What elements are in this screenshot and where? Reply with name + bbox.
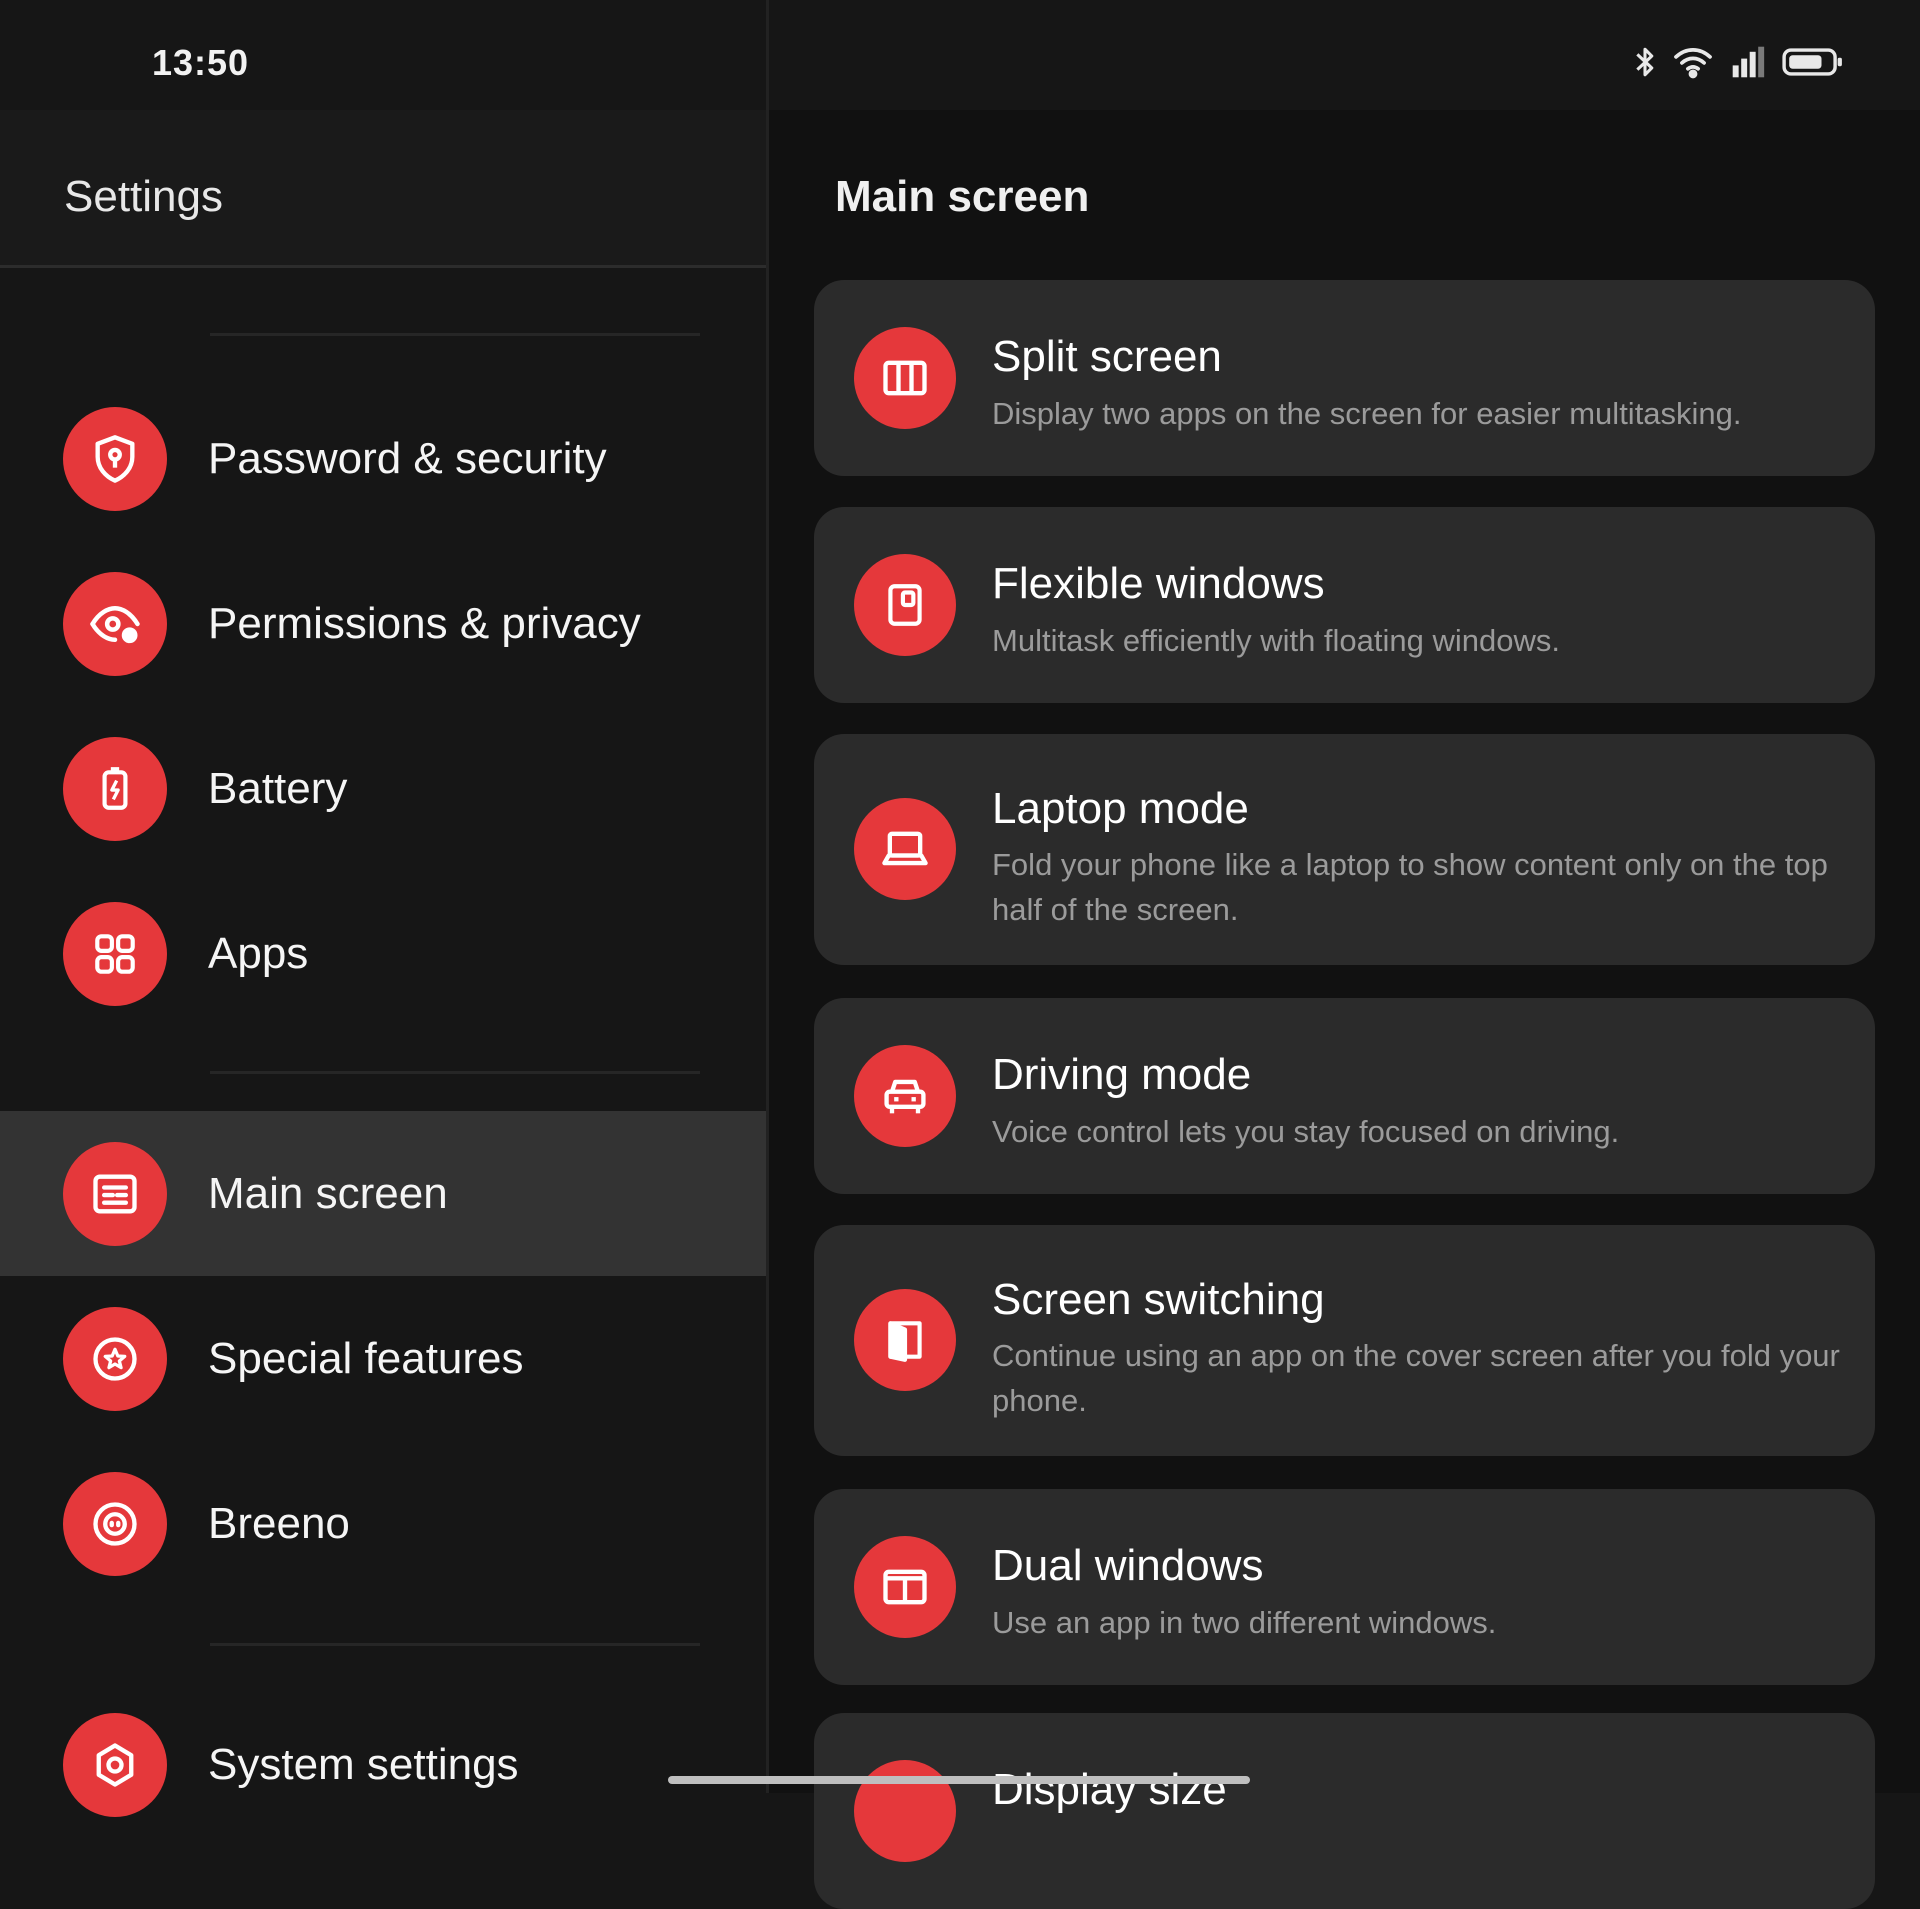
card-title: Dual windows — [992, 1541, 1264, 1590]
sidebar-item-label: Main screen — [208, 1168, 448, 1218]
card-title: Screen switching — [992, 1275, 1325, 1324]
star-circle-icon — [63, 1306, 167, 1411]
breeno-icon — [63, 1471, 167, 1576]
sidebar-item-breeno[interactable]: Breeno — [0, 1441, 766, 1606]
card-description: Continue using an app on the cover scree… — [992, 1338, 1840, 1418]
sidebar-item-main-screen[interactable]: Main screen — [0, 1111, 766, 1276]
card-title: Laptop mode — [992, 784, 1249, 833]
split-screen-icon — [854, 327, 956, 429]
home-indicator[interactable] — [668, 1776, 1250, 1784]
card-title: Display size — [992, 1765, 1227, 1814]
apps-grid-icon — [63, 901, 167, 1006]
sidebar-item-label: Permissions & privacy — [208, 598, 641, 648]
sidebar-item-label: Special features — [208, 1333, 524, 1383]
sidebar-item-special-features[interactable]: Special features — [0, 1276, 766, 1441]
sidebar-item-label: Breeno — [208, 1498, 350, 1548]
card-split-screen[interactable]: Split screen Display two apps on the scr… — [814, 280, 1875, 476]
car-icon — [854, 1045, 956, 1147]
main-screen-icon — [63, 1141, 167, 1246]
gear-icon — [63, 1712, 167, 1817]
sidebar-item-label: Battery — [208, 763, 348, 813]
card-description: Multitask efficiently with floating wind… — [992, 623, 1561, 658]
card-display-size[interactable]: Display size — [814, 1713, 1875, 1909]
battery-charge-icon — [63, 736, 167, 841]
sidebar-item-password-security[interactable]: Password & security — [0, 376, 766, 541]
status-icons — [1633, 40, 1845, 84]
sidebar-item-label: Password & security — [208, 433, 607, 483]
sidebar-item-label: Apps — [208, 928, 309, 978]
card-driving-mode[interactable]: Driving mode Voice control lets you stay… — [814, 998, 1875, 1194]
page-title: Main screen — [835, 172, 1090, 221]
card-description: Use an app in two different windows. — [992, 1605, 1497, 1640]
signal-icon — [1729, 45, 1767, 79]
card-title: Split screen — [992, 332, 1222, 381]
sidebar-item-system-settings[interactable]: System settings — [0, 1682, 766, 1847]
status-time: 13:50 — [152, 42, 250, 83]
laptop-icon — [854, 798, 956, 900]
sidebar-header: Settings — [0, 110, 766, 268]
card-laptop-mode[interactable]: Laptop mode Fold your phone like a lapto… — [814, 734, 1875, 965]
wifi-icon — [1671, 45, 1715, 79]
sidebar-item-battery[interactable]: Battery — [0, 706, 766, 871]
card-screen-switching[interactable]: Screen switching Continue using an app o… — [814, 1225, 1875, 1456]
sidebar-item-apps[interactable]: Apps — [0, 871, 766, 1036]
group-divider — [210, 333, 700, 336]
bluetooth-icon — [1633, 45, 1657, 79]
dual-windows-icon — [854, 1536, 956, 1638]
card-description: Voice control lets you stay focused on d… — [992, 1114, 1620, 1149]
sidebar-item-permissions-privacy[interactable]: Permissions & privacy — [0, 541, 766, 706]
shield-icon — [63, 406, 167, 511]
group-divider — [210, 1071, 700, 1074]
card-flexible-windows[interactable]: Flexible windows Multitask efficiently w… — [814, 507, 1875, 703]
battery-icon — [1781, 45, 1845, 79]
sidebar-title: Settings — [64, 172, 223, 221]
group-divider — [210, 1643, 700, 1646]
card-description: Fold your phone like a laptop to show co… — [992, 847, 1828, 927]
card-title: Flexible windows — [992, 559, 1325, 608]
floating-window-icon — [854, 554, 956, 656]
sidebar-item-label: System settings — [208, 1739, 519, 1789]
settings-sidebar: 13:50 Settings Password & security Permi… — [0, 0, 766, 1817]
screen-switch-icon — [854, 1289, 956, 1391]
card-description: Display two apps on the screen for easie… — [992, 396, 1742, 431]
eye-lock-icon — [63, 571, 167, 676]
card-title: Driving mode — [992, 1050, 1252, 1099]
card-dual-windows[interactable]: Dual windows Use an app in two different… — [814, 1489, 1875, 1685]
